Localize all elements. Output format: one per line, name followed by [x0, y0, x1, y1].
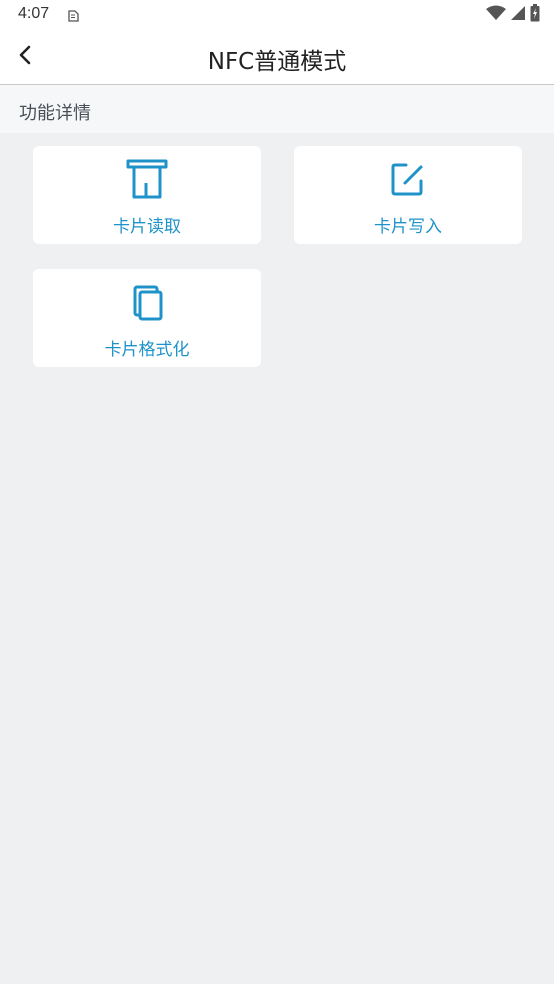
section-header: 功能详情: [0, 85, 554, 133]
notification-icon: [66, 8, 80, 22]
signal-icon: [510, 5, 526, 25]
card-write-label: 卡片写入: [374, 217, 442, 237]
status-time: 4:07: [18, 5, 50, 22]
status-bar: 4:07: [0, 0, 554, 30]
battery-icon: [530, 4, 540, 26]
edit-icon: [388, 159, 428, 199]
card-format-label: 卡片格式化: [104, 340, 190, 360]
card-read-label: 卡片读取: [113, 217, 181, 237]
copy-cards-icon: [129, 282, 165, 322]
app-bar: NFC普通模式: [0, 30, 554, 85]
status-indicators: [486, 4, 540, 26]
card-write-button[interactable]: 卡片写入: [294, 146, 522, 244]
card-format-button[interactable]: 卡片格式化: [33, 269, 261, 367]
card-reader-icon: [126, 159, 168, 199]
page-title: NFC普通模式: [207, 49, 347, 75]
section-title: 功能详情: [19, 103, 91, 124]
card-read-button[interactable]: 卡片读取: [33, 146, 261, 244]
wifi-icon: [486, 5, 506, 25]
